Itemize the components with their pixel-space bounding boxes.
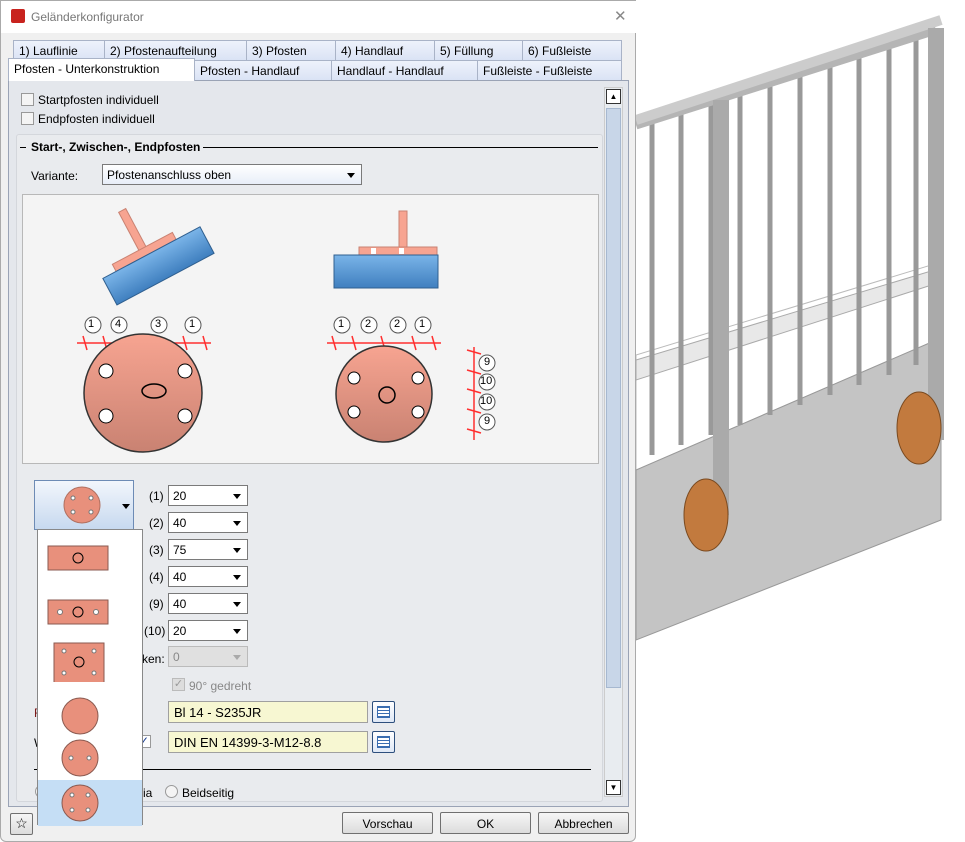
dim-marker: 1 [189, 318, 196, 330]
tab-pfosten-handlauf[interactable]: Pfosten - Handlauf [194, 60, 332, 80]
tab-pfosten-unterkonstruktion[interactable]: Pfosten - Unterkonstruktion [8, 58, 195, 81]
dim-value-select[interactable]: 75 [168, 539, 248, 560]
post-connection-diagram [77, 207, 496, 453]
favorites-star-button[interactable]: ☆ [10, 813, 33, 835]
ok-button[interactable]: OK [440, 812, 531, 834]
tab-fussleiste-fussleiste[interactable]: Fußleiste - Fußleiste [477, 60, 622, 80]
start-post-individual-checkbox[interactable] [21, 93, 34, 106]
scroll-down-button[interactable]: ▼ [606, 780, 621, 795]
bolt-catalog-button[interactable] [372, 731, 395, 753]
chevron-down-icon [122, 504, 130, 509]
variant-label: Variante: [31, 169, 79, 183]
scrollbar-thumb[interactable] [606, 108, 621, 688]
round-four-holes-plate-icon [63, 486, 101, 524]
catalog-icon [377, 736, 390, 748]
dim-marker: 9 [484, 415, 491, 427]
dim-label: (3) [149, 543, 164, 557]
chevron-down-icon [233, 575, 241, 580]
chevron-down-icon [233, 629, 241, 634]
dim-label: (10) [144, 624, 166, 638]
dim-marker: 4 [115, 318, 122, 330]
material-catalog-button[interactable] [372, 701, 395, 723]
dim-label: (1) [149, 489, 164, 503]
rotated-checkbox[interactable]: ✓ [172, 678, 185, 691]
plate-type-dropdown[interactable] [34, 480, 134, 530]
close-icon[interactable]: ✕ [614, 7, 627, 25]
dim-value: 40 [173, 570, 187, 584]
plate-option-round-four-holes[interactable] [38, 780, 142, 826]
inclined-beam-icon [102, 207, 215, 306]
app-icon [11, 9, 25, 23]
bolt-field[interactable]: DIN EN 14399-3-M12-8.8 [168, 731, 368, 753]
dim-marker: 1 [88, 318, 95, 330]
dim-value-select[interactable]: 20 [168, 620, 248, 641]
tab-pfosten[interactable]: 3) Pfosten [246, 40, 336, 60]
dim-value-select[interactable]: 40 [168, 566, 248, 587]
dim-value: 40 [173, 516, 187, 530]
plate-option-round-plain[interactable] [38, 690, 142, 736]
dim-value-select[interactable]: 40 [168, 593, 248, 614]
star-icon: ☆ [15, 815, 28, 831]
radio-left-label: ia [143, 786, 153, 800]
chevron-down-icon [233, 548, 241, 553]
variant-select[interactable]: Pfostenanschluss oben [102, 164, 362, 185]
title-bar: Geländerkonfigurator ✕ [1, 1, 637, 33]
plate-option-rect-single-hole[interactable] [38, 532, 142, 578]
dim-marker: 1 [419, 318, 426, 330]
dim-label: (2) [149, 516, 164, 530]
chevron-down-icon [233, 521, 241, 526]
dim-marker: 1 [338, 318, 345, 330]
dim-value-select[interactable]: 20 [168, 485, 248, 506]
disabled-field-label: ken: [142, 652, 165, 666]
group-title: Start-, Zwischen-, Endpfosten [31, 140, 201, 154]
start-post-individual-label: Startpfosten individuell [38, 93, 159, 107]
diagram-area: 1 4 3 1 1 2 2 1 9 10 10 9 [22, 194, 599, 464]
dim-marker: 2 [365, 318, 372, 330]
dim-value: 75 [173, 543, 187, 557]
dim-label: (9) [149, 597, 164, 611]
railing-configurator-dialog: Geländerkonfigurator ✕ 1) Lauflinie 2) P… [0, 0, 637, 842]
dim-marker: 10 [480, 375, 493, 387]
catalog-icon [377, 706, 390, 718]
tab-fussleiste[interactable]: 6) Fußleiste [522, 40, 622, 60]
disabled-select: 0 [168, 646, 248, 667]
dim-marker: 10 [480, 395, 493, 407]
rotated-label: 90° gedreht [189, 679, 252, 693]
flat-beam-icon [333, 210, 439, 289]
chevron-down-icon [233, 602, 241, 607]
plate-type-list[interactable] [37, 529, 143, 826]
dim-marker: 9 [484, 356, 491, 368]
material-field[interactable]: Bl 14 - S235JR [168, 701, 368, 723]
window-title: Geländerkonfigurator [31, 10, 144, 24]
variant-value: Pfostenanschluss oben [107, 168, 232, 182]
dim-value: 40 [173, 597, 187, 611]
base-plate [896, 391, 942, 465]
end-post-individual-label: Endpfosten individuell [38, 112, 155, 126]
tab-pfostenaufteilung[interactable]: 2) Pfostenaufteilung [104, 40, 247, 60]
plate-option-round-two-holes[interactable] [38, 734, 142, 780]
end-post-individual-checkbox[interactable] [21, 112, 34, 125]
dim-marker: 2 [394, 318, 401, 330]
dim-value: 20 [173, 489, 187, 503]
scrollbar[interactable]: ▲ ▼ [604, 87, 623, 797]
plate-option-rect-four-holes-center[interactable] [38, 636, 142, 684]
scroll-up-button[interactable]: ▲ [606, 89, 621, 104]
plate-option-rect-three-holes[interactable] [38, 586, 142, 632]
cancel-button[interactable]: Abbrechen [538, 812, 629, 834]
tab-handlauf[interactable]: 4) Handlauf [335, 40, 435, 60]
dim-marker: 3 [155, 318, 162, 330]
base-plate [683, 478, 729, 552]
preview-button[interactable]: Vorschau [342, 812, 433, 834]
radio-both-sides-label: Beidseitig [182, 786, 235, 800]
tab-lauflinie[interactable]: 1) Lauflinie [13, 40, 105, 60]
railing-3d-preview [636, 15, 944, 641]
dim-value: 20 [173, 624, 187, 638]
radio-both-sides[interactable] [165, 785, 178, 798]
chevron-down-icon [233, 494, 241, 499]
tab-fuellung[interactable]: 5) Füllung [434, 40, 523, 60]
tab-handlauf-handlauf[interactable]: Handlauf - Handlauf [331, 60, 478, 80]
dim-label: (4) [149, 570, 164, 584]
dim-value-select[interactable]: 40 [168, 512, 248, 533]
round-plate-right [335, 345, 433, 443]
